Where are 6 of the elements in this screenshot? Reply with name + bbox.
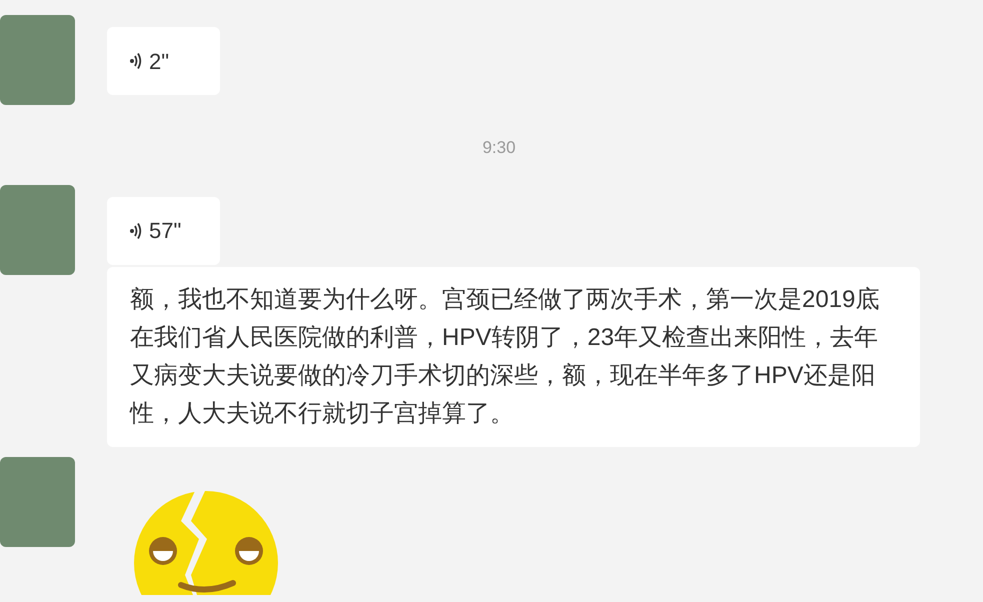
timestamp: 9:30: [482, 137, 516, 159]
voice-icon: [129, 52, 143, 70]
message-text: 额，我也不知道要为什么呀。宫颈已经做了两次手术，第一次是2019底在我们省人民医院做的利普，HPV转阴了，23年又检查出来阳性，去年又病变大夫说要做的冷刀手术切的深些，额，现在半年多了HPV还是阳性，人大夫说不行就切子宫掉算了。: [130, 284, 880, 428]
voice-message-bubble[interactable]: 2": [107, 27, 220, 95]
voice-icon: [129, 222, 143, 240]
voice-message-bubble[interactable]: 57": [107, 196, 220, 264]
